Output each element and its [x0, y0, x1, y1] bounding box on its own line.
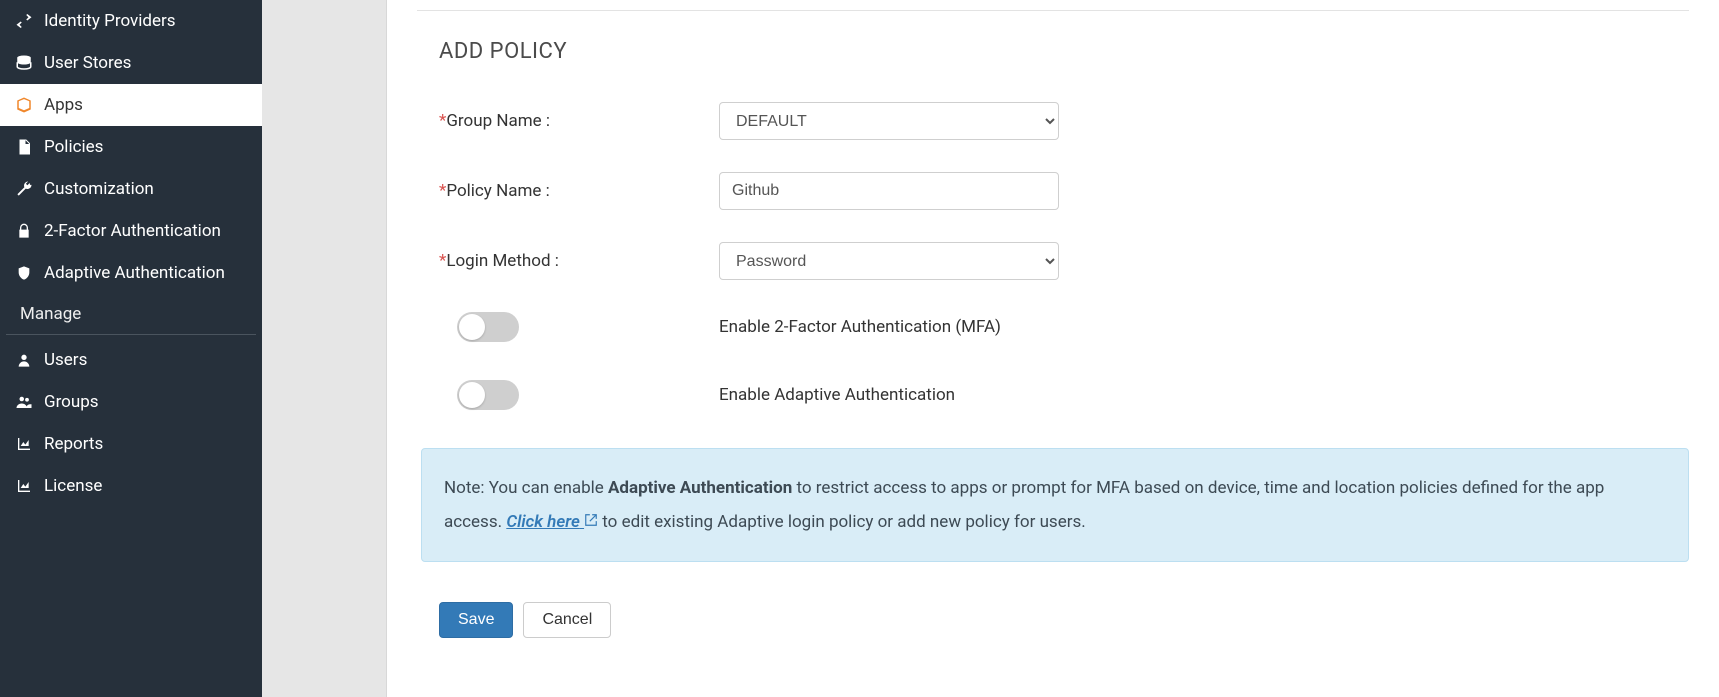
wrench-icon [10, 180, 38, 198]
sidebar-item-customization[interactable]: Customization [0, 168, 262, 210]
label-group-name: *Group Name : [439, 111, 719, 131]
click-here-link[interactable]: Click here [506, 512, 598, 532]
sidebar-item-label: Reports [44, 434, 103, 454]
label-login-method: *Login Method : [439, 251, 719, 271]
info-note: Note: You can enable Adaptive Authentica… [421, 448, 1689, 562]
sidebar: Identity Providers User Stores Apps Poli… [0, 0, 262, 697]
shield-icon [10, 265, 38, 281]
sidebar-item-label: Adaptive Authentication [44, 263, 225, 283]
form-actions: Save Cancel [387, 562, 1719, 638]
label-policy-name: *Policy Name : [439, 181, 719, 201]
sidebar-item-label: Apps [44, 95, 83, 115]
sidebar-item-identity-providers[interactable]: Identity Providers [0, 0, 262, 42]
sidebar-item-users[interactable]: Users [0, 339, 262, 381]
group-name-select[interactable]: DEFAULT [719, 102, 1059, 140]
row-policy-name: *Policy Name : [439, 172, 1689, 210]
row-group-name: *Group Name : DEFAULT [439, 102, 1689, 140]
sidebar-item-label: Policies [44, 137, 103, 157]
sidebar-item-label: Identity Providers [44, 11, 176, 31]
login-method-select[interactable]: Password [719, 242, 1059, 280]
label-enable-adaptive: Enable Adaptive Authentication [719, 385, 955, 405]
content-gutter [262, 0, 387, 697]
sidebar-item-label: User Stores [44, 53, 131, 73]
swap-icon [10, 12, 38, 30]
save-button[interactable]: Save [439, 602, 513, 638]
sidebar-item-groups[interactable]: Groups [0, 381, 262, 423]
page-title: ADD POLICY [439, 39, 1689, 64]
sidebar-item-reports[interactable]: Reports [0, 423, 262, 465]
note-strong: Adaptive Authentication [608, 478, 792, 498]
sidebar-item-policies[interactable]: Policies [0, 126, 262, 168]
sidebar-item-label: Customization [44, 179, 154, 199]
sidebar-item-label: License [44, 476, 102, 496]
toggle-enable-mfa[interactable] [457, 312, 519, 342]
external-link-icon [584, 505, 598, 539]
row-enable-adaptive: Enable Adaptive Authentication [439, 380, 1689, 410]
database-icon [10, 54, 38, 72]
policy-name-input[interactable] [719, 172, 1059, 210]
chart-icon [10, 436, 38, 452]
sidebar-item-label: 2-Factor Authentication [44, 221, 221, 241]
add-policy-form: ADD POLICY *Group Name : DEFAULT *Policy… [387, 11, 1719, 410]
toggle-enable-adaptive[interactable] [457, 380, 519, 410]
row-enable-mfa: Enable 2-Factor Authentication (MFA) [439, 312, 1689, 342]
lock-icon [10, 223, 38, 239]
sidebar-item-apps[interactable]: Apps [0, 84, 262, 126]
sidebar-item-user-stores[interactable]: User Stores [0, 42, 262, 84]
row-login-method: *Login Method : Password [439, 242, 1689, 280]
box-icon [10, 96, 38, 114]
sidebar-section-manage: Manage [6, 294, 256, 335]
user-icon [10, 352, 38, 368]
sidebar-item-adaptive-auth[interactable]: Adaptive Authentication [0, 252, 262, 294]
sidebar-item-label: Users [44, 350, 87, 370]
sidebar-item-2fa[interactable]: 2-Factor Authentication [0, 210, 262, 252]
chart-icon [10, 478, 38, 494]
sidebar-item-license[interactable]: License [0, 465, 262, 507]
sidebar-item-label: Groups [44, 392, 99, 412]
document-icon [10, 138, 38, 156]
users-icon [10, 393, 38, 411]
cancel-button[interactable]: Cancel [523, 602, 611, 638]
label-enable-mfa: Enable 2-Factor Authentication (MFA) [719, 317, 1001, 337]
main-content: ADD POLICY *Group Name : DEFAULT *Policy… [387, 0, 1719, 697]
